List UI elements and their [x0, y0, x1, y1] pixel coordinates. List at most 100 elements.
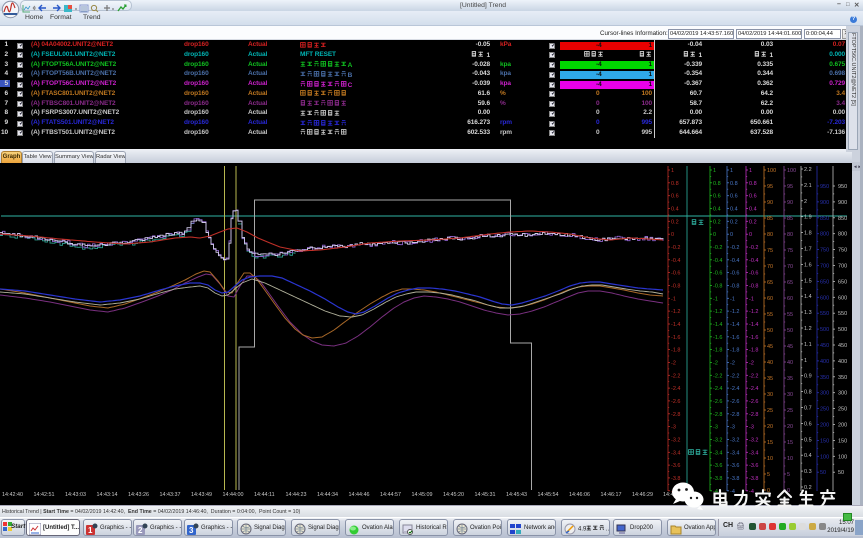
svg-text:-3.4: -3.4: [671, 450, 680, 456]
svg-text:40: 40: [767, 360, 773, 366]
svg-text:95: 95: [767, 184, 773, 190]
svg-text:100: 100: [838, 454, 847, 460]
svg-text:-3.2: -3.2: [730, 437, 739, 443]
svg-text:14:44:23: 14:44:23: [286, 492, 307, 498]
svg-text:0.4: 0.4: [749, 207, 757, 213]
svg-text:-3.4: -3.4: [730, 450, 739, 456]
svg-text:-0.8: -0.8: [713, 284, 722, 290]
svg-text:85: 85: [787, 216, 793, 222]
svg-text:0: 0: [671, 232, 674, 238]
svg-text:3: 3: [189, 526, 194, 535]
svg-text:750: 750: [838, 248, 847, 254]
svg-text:-0.2: -0.2: [730, 245, 739, 251]
svg-text:25: 25: [787, 408, 793, 414]
svg-text:-3.6: -3.6: [749, 463, 758, 469]
svg-text:-1.2: -1.2: [713, 309, 722, 315]
svg-text:0.4: 0.4: [713, 207, 721, 213]
svg-text:0.6: 0.6: [749, 194, 757, 200]
svg-text:1: 1: [749, 168, 752, 174]
svg-text:800: 800: [838, 232, 847, 238]
svg-text:1.2: 1.2: [804, 326, 812, 332]
svg-text:-1.6: -1.6: [749, 335, 758, 341]
svg-text:0.4: 0.4: [671, 207, 679, 213]
svg-text:700: 700: [820, 264, 829, 270]
svg-text:1: 1: [713, 168, 716, 174]
svg-text:300: 300: [838, 391, 847, 397]
svg-text:14:45:09: 14:45:09: [412, 492, 433, 498]
svg-text:60: 60: [767, 296, 773, 302]
svg-text:14:42:40: 14:42:40: [2, 492, 23, 498]
svg-text:650: 650: [838, 279, 847, 285]
svg-text:0.8: 0.8: [730, 181, 738, 187]
svg-text:-1.8: -1.8: [713, 348, 722, 354]
svg-text:2.2: 2.2: [804, 167, 812, 173]
svg-text:10: 10: [787, 456, 793, 462]
svg-text:200: 200: [820, 423, 829, 429]
svg-text:30: 30: [787, 392, 793, 398]
svg-text:500: 500: [838, 327, 847, 333]
svg-text:14:43:49: 14:43:49: [191, 492, 212, 498]
svg-text:1.7: 1.7: [804, 247, 812, 253]
svg-text:-1.4: -1.4: [730, 322, 739, 328]
svg-text:-3: -3: [749, 425, 754, 431]
svg-text:450: 450: [838, 343, 847, 349]
svg-text:95: 95: [787, 184, 793, 190]
svg-text:-0.2: -0.2: [749, 245, 758, 251]
svg-text:14:44:11: 14:44:11: [254, 492, 275, 498]
svg-text:850: 850: [838, 216, 847, 222]
svg-text:0.6: 0.6: [713, 194, 721, 200]
svg-text:14:46:17: 14:46:17: [601, 492, 622, 498]
svg-text:-2: -2: [713, 360, 718, 366]
svg-text:0.6: 0.6: [671, 194, 679, 200]
svg-text:20: 20: [787, 424, 793, 430]
svg-text:65: 65: [787, 280, 793, 286]
svg-text:1: 1: [88, 526, 93, 535]
svg-text:90: 90: [767, 200, 773, 206]
svg-text:-2.2: -2.2: [749, 373, 758, 379]
svg-text:75: 75: [767, 248, 773, 254]
svg-text:0.8: 0.8: [671, 181, 679, 187]
svg-text:0.4: 0.4: [730, 207, 738, 213]
svg-text:14:44:00: 14:44:00: [223, 492, 244, 498]
svg-text:1.3: 1.3: [804, 310, 812, 316]
svg-text:-2.8: -2.8: [713, 412, 722, 418]
svg-text:45: 45: [767, 344, 773, 350]
svg-text:-3: -3: [713, 425, 718, 431]
svg-text:65: 65: [767, 280, 773, 286]
svg-text:250: 250: [838, 407, 847, 413]
svg-text:450: 450: [820, 343, 829, 349]
svg-text:14:45:31: 14:45:31: [475, 492, 496, 498]
svg-text:-1: -1: [713, 296, 718, 302]
svg-text:-0.6: -0.6: [730, 271, 739, 277]
svg-text:850: 850: [820, 216, 829, 222]
svg-text:10: 10: [767, 456, 773, 462]
svg-text:500: 500: [820, 327, 829, 333]
svg-text:-2.4: -2.4: [749, 386, 758, 392]
svg-text:14:45:43: 14:45:43: [506, 492, 527, 498]
svg-text:70: 70: [787, 264, 793, 270]
svg-text:14:43:26: 14:43:26: [128, 492, 149, 498]
svg-text:-2.4: -2.4: [730, 386, 739, 392]
svg-text:-3.6: -3.6: [713, 463, 722, 469]
svg-text:1: 1: [804, 358, 807, 364]
svg-text:0.5: 0.5: [804, 437, 812, 443]
svg-text:50: 50: [820, 470, 826, 476]
svg-text:-2.4: -2.4: [713, 386, 722, 392]
svg-text:900: 900: [838, 200, 847, 206]
svg-text:-3.4: -3.4: [749, 450, 758, 456]
svg-text:950: 950: [838, 184, 847, 190]
svg-text:1.4: 1.4: [804, 294, 812, 300]
svg-text:-1: -1: [671, 296, 676, 302]
svg-text:-2: -2: [730, 360, 735, 366]
svg-text:-2.6: -2.6: [713, 399, 722, 405]
svg-text:-0.4: -0.4: [713, 258, 722, 264]
svg-text:300: 300: [820, 391, 829, 397]
svg-text:-1: -1: [730, 296, 735, 302]
svg-text:0.9: 0.9: [804, 374, 812, 380]
svg-text:0.2: 0.2: [749, 219, 757, 225]
svg-text:-3.4: -3.4: [713, 450, 722, 456]
svg-text:-3.6: -3.6: [671, 463, 680, 469]
svg-text:1: 1: [671, 168, 674, 174]
svg-text:650: 650: [820, 279, 829, 285]
svg-text:400: 400: [820, 359, 829, 365]
